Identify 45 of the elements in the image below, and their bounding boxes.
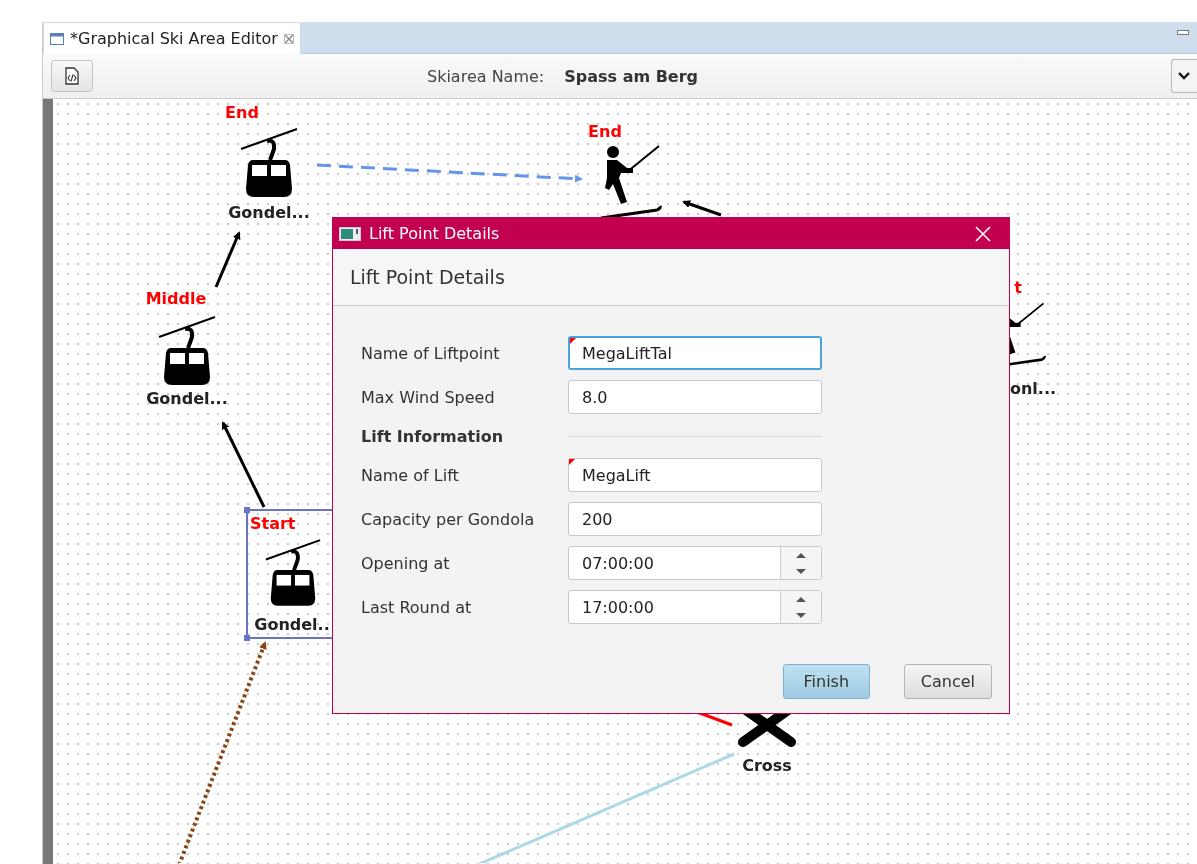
node-name: Cross xyxy=(742,756,792,775)
point-label: End xyxy=(588,122,622,141)
input-field[interactable]: MegaLiftTal xyxy=(568,336,822,370)
point-label: Start xyxy=(250,514,296,533)
field-label: Opening at xyxy=(361,553,451,573)
gondola-icon[interactable] xyxy=(157,315,217,387)
skiarea-name-label: Skiarea Name: xyxy=(427,66,545,86)
dialog-title: Lift Point Details xyxy=(369,224,500,243)
node-name: Gondel... xyxy=(228,203,310,222)
section-heading: Lift Information xyxy=(361,426,505,446)
field-label: Last Round at xyxy=(361,597,473,617)
node-name: Gondel.. xyxy=(254,615,330,634)
spin-up-icon[interactable] xyxy=(795,595,807,603)
close-icon[interactable] xyxy=(283,33,294,44)
input-field[interactable]: 8.0 xyxy=(568,380,822,414)
input-field[interactable]: MegaLift xyxy=(568,458,822,492)
dialog-button[interactable]: Finish xyxy=(782,664,870,699)
spin-up-icon[interactable] xyxy=(795,551,807,559)
chevron-icon xyxy=(1178,72,1190,80)
window-icon xyxy=(50,32,64,45)
dropdown-button[interactable] xyxy=(1171,59,1197,93)
gondola-icon[interactable] xyxy=(264,537,322,609)
field-label: Name of Liftpoint xyxy=(361,343,501,363)
minimize-icon[interactable] xyxy=(1177,30,1189,36)
field-label: Capacity per Gondola xyxy=(361,509,536,529)
gondola-icon[interactable] xyxy=(239,127,299,199)
source-button[interactable] xyxy=(51,60,93,92)
input-field[interactable]: 200 xyxy=(568,502,822,536)
time-spinner[interactable]: 07:00:00 xyxy=(568,546,822,580)
app-icon xyxy=(339,226,361,241)
spin-down-icon[interactable] xyxy=(795,611,807,619)
point-label: Middle xyxy=(145,289,207,308)
dialog-button[interactable]: Cancel xyxy=(903,664,992,699)
node-name: onl... xyxy=(1009,379,1057,398)
spin-down-icon[interactable] xyxy=(795,567,807,575)
dialog-header: Lift Point Details xyxy=(350,266,505,288)
node-name: Gondel... xyxy=(146,389,228,408)
code-file-icon xyxy=(64,67,80,85)
field-label: Name of Lift xyxy=(361,465,460,485)
field-label: Max Wind Speed xyxy=(361,387,496,407)
point-label: End xyxy=(225,103,259,122)
editor-tab[interactable]: *Graphical Ski Area Editor xyxy=(43,22,301,54)
time-spinner[interactable]: 17:00:00 xyxy=(568,590,822,624)
skiarea-name-value: Spass am Berg xyxy=(564,66,699,86)
point-label: t xyxy=(1014,278,1022,297)
